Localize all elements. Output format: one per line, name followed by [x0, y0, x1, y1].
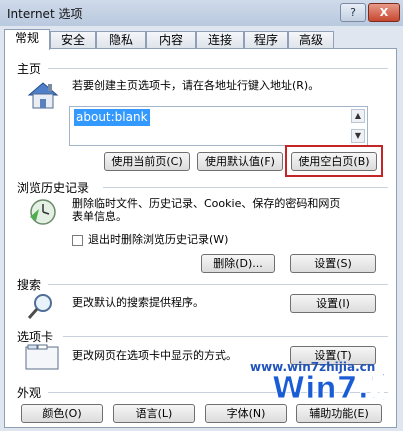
appearance-section-title: 外观 [17, 386, 42, 400]
tab-content[interactable]: 内容 [146, 31, 196, 49]
tab-privacy[interactable]: 隐私 [96, 31, 146, 49]
history-section-title: 浏览历史记录 [17, 181, 90, 195]
tab-programs[interactable]: 程序 [244, 31, 288, 49]
tab-advanced[interactable]: 高级 [288, 31, 334, 49]
history-settings-button[interactable]: 设置(S) [290, 254, 376, 273]
tab-security[interactable]: 安全 [50, 31, 96, 49]
delete-history-button[interactable]: 删除(D)... [201, 254, 275, 273]
tab-strip: 常规 安全 隐私 内容 连接 程序 高级 [4, 29, 344, 50]
search-divider [48, 284, 388, 285]
tab-general[interactable]: 常规 [4, 29, 50, 50]
help-button[interactable]: ? [340, 3, 366, 22]
svg-text:Win7.家: Win7.家 [272, 371, 384, 406]
scroll-up-icon[interactable]: ▲ [351, 109, 365, 123]
title-bar: Internet 选项 ? X [0, 0, 403, 26]
tab-connections[interactable]: 连接 [196, 31, 244, 49]
tabs-window-icon [25, 344, 59, 370]
history-clock-icon [30, 199, 56, 225]
tabs-divider [63, 336, 388, 337]
home-description: 若要创建主页选项卡，请在各地址行键入地址(R)。 [72, 79, 320, 92]
tabs-section-title: 选项卡 [17, 330, 54, 344]
home-section-title: 主页 [17, 62, 42, 76]
home-address-box[interactable]: about:blank ▲ ▼ [69, 106, 368, 146]
search-settings-button[interactable]: 设置(I) [290, 294, 376, 313]
highlight-box [285, 145, 383, 177]
watermark-logo: Win7.家 [272, 371, 384, 407]
window-title: Internet 选项 [7, 7, 83, 21]
search-description: 更改默认的搜索提供程序。 [72, 296, 204, 309]
history-description-line1: 删除临时文件、历史记录、Cookie、保存的密码和网页 [72, 197, 341, 210]
tabs-description: 更改网页在选项卡中显示的方式。 [72, 349, 237, 362]
close-button[interactable]: X [368, 3, 400, 22]
house-icon [27, 82, 59, 109]
languages-button[interactable]: 语言(L) [113, 404, 195, 423]
delete-on-exit-checkbox[interactable] [72, 235, 83, 246]
home-divider [48, 68, 388, 69]
use-current-button[interactable]: 使用当前页(C) [104, 152, 190, 171]
history-description-line2: 表单信息。 [72, 210, 127, 223]
magnifier-icon [27, 294, 52, 319]
search-section-title: 搜索 [17, 278, 42, 292]
colors-button[interactable]: 颜色(O) [21, 404, 103, 423]
delete-on-exit-label[interactable]: 退出时删除浏览历史记录(W) [88, 233, 228, 247]
home-address-text[interactable]: about:blank [74, 109, 150, 126]
use-default-button[interactable]: 使用默认值(F) [197, 152, 283, 171]
history-divider [103, 187, 388, 188]
scroll-down-icon[interactable]: ▼ [351, 129, 365, 143]
